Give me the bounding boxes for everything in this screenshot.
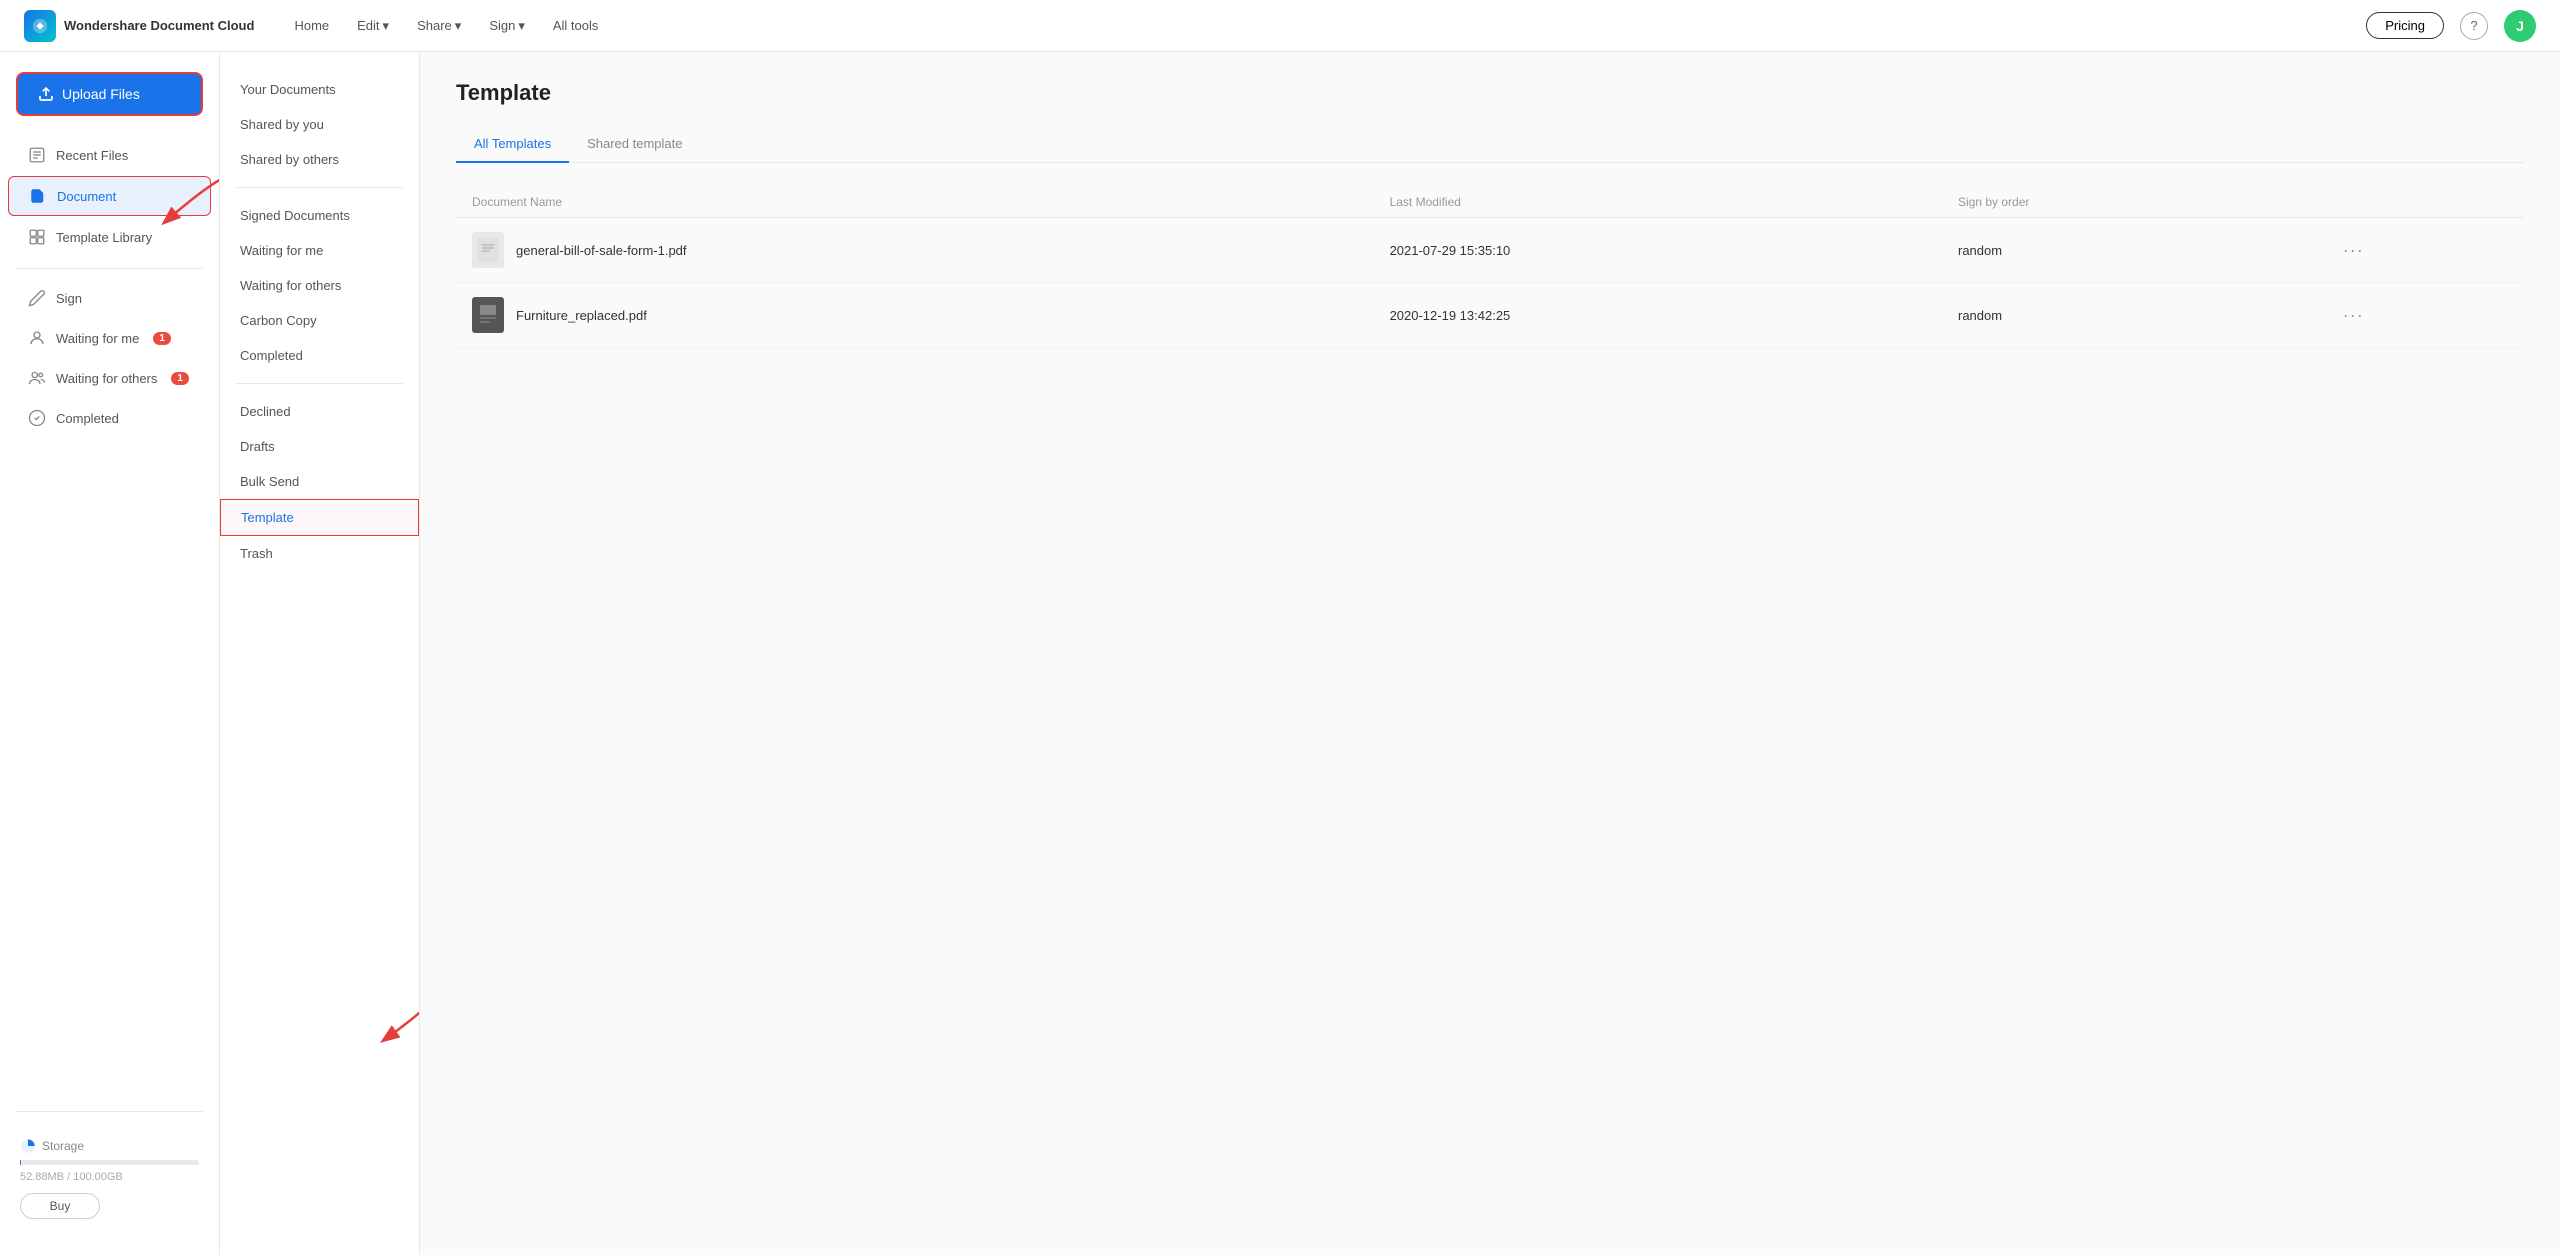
- help-icon[interactable]: ?: [2460, 12, 2488, 40]
- tab-shared-template[interactable]: Shared template: [569, 126, 700, 163]
- mid-item-declined[interactable]: Declined: [220, 394, 419, 429]
- waiting-for-me-icon: [28, 329, 46, 347]
- doc-modified-2: 2020-12-19 13:42:25: [1374, 283, 1942, 348]
- table-row: Furniture_replaced.pdf 2020-12-19 13:42:…: [456, 283, 2524, 348]
- nav-right: Pricing ? J: [2366, 10, 2536, 42]
- main-content: Template All Templates Shared template D…: [420, 52, 2560, 1255]
- completed-icon: [28, 409, 46, 427]
- mid-item-shared-by-you[interactable]: Shared by you: [220, 107, 419, 142]
- doc-name-2: Furniture_replaced.pdf: [516, 308, 647, 323]
- sidebar-item-waiting-for-me[interactable]: Waiting for me 1: [8, 319, 211, 357]
- arrow-template: [369, 985, 420, 1055]
- waiting-for-me-label: Waiting for me: [56, 331, 139, 346]
- sidebar-item-document[interactable]: Document: [8, 176, 211, 216]
- waiting-for-others-label: Waiting for others: [56, 371, 157, 386]
- edit-chevron-icon: ▾: [383, 18, 390, 34]
- doc-thumb-1: [472, 232, 504, 268]
- storage-info: 52.88MB / 100.00GB: [20, 1171, 199, 1183]
- sidebar-divider-2: [16, 1111, 203, 1112]
- document-table: Document Name Last Modified Sign by orde…: [456, 187, 2524, 348]
- col-header-sign-by-order: Sign by order: [1942, 187, 2327, 218]
- mid-divider-1: [236, 187, 403, 188]
- sign-icon: [28, 289, 46, 307]
- pricing-button[interactable]: Pricing: [2366, 12, 2444, 39]
- waiting-for-others-badge: 1: [171, 372, 189, 385]
- sidebar-item-completed[interactable]: Completed: [8, 399, 211, 437]
- mid-item-shared-by-others[interactable]: Shared by others: [220, 142, 419, 177]
- more-options-button-2[interactable]: ···: [2343, 305, 2364, 325]
- doc-actions-2[interactable]: ···: [2327, 283, 2524, 348]
- storage-label-text: Storage: [42, 1139, 84, 1153]
- app-body: Upload Files Recent Files Document: [0, 0, 2560, 1255]
- upload-files-label: Upload Files: [62, 86, 140, 102]
- upload-files-button[interactable]: Upload Files: [16, 72, 203, 116]
- doc-thumb-2: [472, 297, 504, 333]
- logo-area: Wondershare Document Cloud: [24, 10, 254, 42]
- doc-sign-order-1: random: [1942, 218, 2327, 283]
- sidebar-item-sign[interactable]: Sign: [8, 279, 211, 317]
- mid-sidebar: Your Documents Shared by you Shared by o…: [220, 52, 420, 1255]
- waiting-for-me-badge: 1: [153, 332, 171, 345]
- sidebar-divider-1: [16, 268, 203, 269]
- document-label: Document: [57, 189, 116, 204]
- doc-actions-1[interactable]: ···: [2327, 218, 2524, 283]
- col-header-doc-name: Document Name: [456, 187, 1374, 218]
- buy-button[interactable]: Buy: [20, 1193, 100, 1219]
- nav-sign[interactable]: Sign ▾: [489, 18, 525, 34]
- storage-pie-icon: [20, 1138, 36, 1154]
- sidebar-item-waiting-for-others[interactable]: Waiting for others 1: [8, 359, 211, 397]
- recent-files-label: Recent Files: [56, 148, 128, 163]
- tabs: All Templates Shared template: [456, 126, 2524, 163]
- storage-section: Storage 52.88MB / 100.00GB Buy: [0, 1122, 219, 1235]
- more-options-button-1[interactable]: ···: [2343, 240, 2364, 260]
- sign-label: Sign: [56, 291, 82, 306]
- mid-item-waiting-for-me[interactable]: Waiting for me: [220, 233, 419, 268]
- sidebar-item-recent-files[interactable]: Recent Files: [8, 136, 211, 174]
- sidebar-item-template-library[interactable]: Template Library: [8, 218, 211, 256]
- mid-item-signed-documents[interactable]: Signed Documents: [220, 198, 419, 233]
- doc-sign-order-2: random: [1942, 283, 2327, 348]
- template-library-icon: [28, 228, 46, 246]
- doc-modified-1: 2021-07-29 15:35:10: [1374, 218, 1942, 283]
- mid-item-your-documents[interactable]: Your Documents: [220, 72, 419, 107]
- app-name: Wondershare Document Cloud: [64, 18, 254, 33]
- table-row: general-bill-of-sale-form-1.pdf 2021-07-…: [456, 218, 2524, 283]
- nav-share[interactable]: Share ▾: [417, 18, 461, 34]
- mid-item-carbon-copy[interactable]: Carbon Copy: [220, 303, 419, 338]
- app-logo-icon: [24, 10, 56, 42]
- mid-divider-2: [236, 383, 403, 384]
- waiting-for-others-icon: [28, 369, 46, 387]
- template-library-label: Template Library: [56, 230, 152, 245]
- user-avatar[interactable]: J: [2504, 10, 2536, 42]
- sign-chevron-icon: ▾: [518, 18, 525, 34]
- share-chevron-icon: ▾: [455, 18, 462, 34]
- storage-bar-background: [20, 1160, 199, 1165]
- nav-links: Home Edit ▾ Share ▾ Sign ▾ All tools: [294, 18, 2366, 34]
- doc-name-cell-2: Furniture_replaced.pdf: [456, 283, 1374, 348]
- mid-item-completed[interactable]: Completed: [220, 338, 419, 373]
- page-title: Template: [456, 80, 2524, 106]
- mid-item-trash[interactable]: Trash: [220, 536, 419, 571]
- completed-label: Completed: [56, 411, 119, 426]
- left-sidebar: Upload Files Recent Files Document: [0, 52, 220, 1255]
- mid-item-drafts[interactable]: Drafts: [220, 429, 419, 464]
- col-header-last-modified: Last Modified: [1374, 187, 1942, 218]
- nav-all-tools[interactable]: All tools: [553, 18, 599, 33]
- doc-name-1: general-bill-of-sale-form-1.pdf: [516, 243, 687, 258]
- mid-item-template[interactable]: Template: [220, 499, 419, 536]
- recent-files-icon: [28, 146, 46, 164]
- tab-all-templates[interactable]: All Templates: [456, 126, 569, 163]
- top-nav: Wondershare Document Cloud Home Edit ▾ S…: [0, 0, 2560, 52]
- col-header-actions: [2327, 187, 2524, 218]
- nav-edit[interactable]: Edit ▾: [357, 18, 389, 34]
- mid-item-bulk-send[interactable]: Bulk Send: [220, 464, 419, 499]
- nav-home[interactable]: Home: [294, 18, 329, 33]
- doc-name-cell-1: general-bill-of-sale-form-1.pdf: [456, 218, 1374, 283]
- document-icon: [29, 187, 47, 205]
- mid-item-waiting-for-others[interactable]: Waiting for others: [220, 268, 419, 303]
